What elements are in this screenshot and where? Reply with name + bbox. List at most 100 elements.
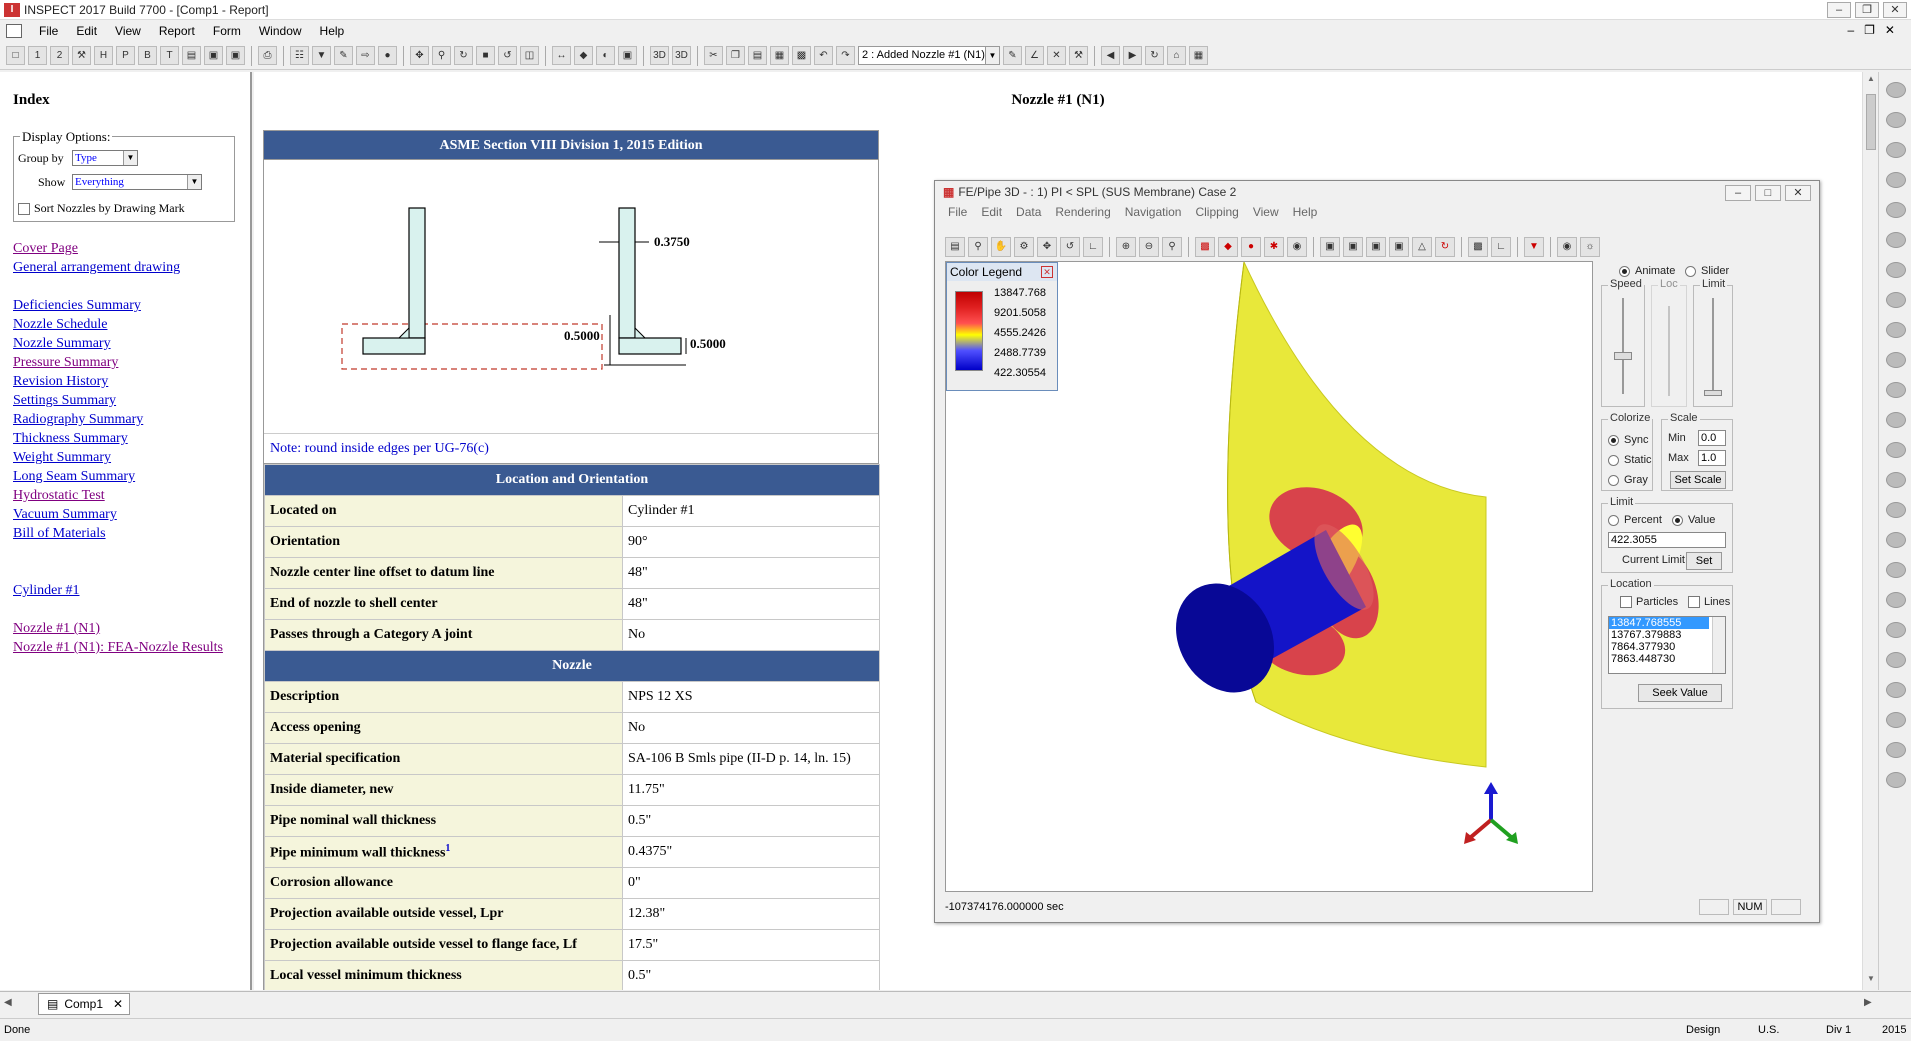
folder-icon[interactable]: □ xyxy=(6,46,25,65)
link-deficiencies-summary[interactable]: Deficiencies Summary xyxy=(13,298,141,314)
fit-icon[interactable]: ◫ xyxy=(520,46,539,65)
document-icon[interactable] xyxy=(6,24,22,38)
set-limit-button[interactable]: Set xyxy=(1686,552,1722,570)
animate-option[interactable]: Animate xyxy=(1619,265,1675,277)
saddle-component-icon[interactable] xyxy=(1886,232,1906,248)
open-folder-icon[interactable]: ▤ xyxy=(945,237,965,257)
flange-component-icon[interactable] xyxy=(1886,172,1906,188)
line-chart-icon[interactable]: ∟ xyxy=(1491,237,1511,257)
set-scale-button[interactable]: Set Scale xyxy=(1670,471,1726,489)
bar-chart-icon[interactable]: ▩ xyxy=(1468,237,1488,257)
cone-component-icon[interactable] xyxy=(1886,112,1906,128)
measure-icon[interactable]: ∠ xyxy=(1025,46,1044,65)
packing-component-icon[interactable] xyxy=(1886,412,1906,428)
link-settings-summary[interactable]: Settings Summary xyxy=(13,393,116,409)
animate-radio[interactable] xyxy=(1619,265,1630,277)
paste-icon[interactable]: ▤ xyxy=(748,46,767,65)
nozzle-component-icon[interactable] xyxy=(1886,202,1906,218)
pdf-icon[interactable]: ▼ xyxy=(312,46,331,65)
tube-component-icon[interactable] xyxy=(1886,682,1906,698)
legend-close-icon[interactable]: ✕ xyxy=(1041,266,1053,278)
fe-menu-help[interactable]: Help xyxy=(1286,205,1325,219)
settings-icon[interactable]: ⚙ xyxy=(1014,237,1034,257)
wire-icon[interactable]: ✱ xyxy=(1264,237,1284,257)
sort-nozzles-option[interactable]: Sort Nozzles by Drawing Mark xyxy=(18,201,185,216)
link-revision-history[interactable]: Revision History xyxy=(13,374,108,390)
insulation-component-icon[interactable] xyxy=(1886,562,1906,578)
green-circle-icon[interactable]: ● xyxy=(378,46,397,65)
pencil-icon[interactable]: ✎ xyxy=(1003,46,1022,65)
platform-component-icon[interactable] xyxy=(1886,352,1906,368)
static-radio[interactable] xyxy=(1608,454,1619,466)
fe-maximize-button[interactable]: □ xyxy=(1755,185,1781,201)
tab-scroll-left-icon[interactable]: ◀ xyxy=(4,997,12,1008)
link-bill-of-materials[interactable]: Bill of Materials xyxy=(13,526,106,542)
weight-component-icon[interactable] xyxy=(1886,472,1906,488)
menu-form[interactable]: Form xyxy=(204,24,250,38)
fe-close-button[interactable]: ✕ xyxy=(1785,185,1811,201)
report-scrollbar[interactable]: ▲ ▼ xyxy=(1862,72,1878,990)
lining-component-icon[interactable] xyxy=(1886,592,1906,608)
particles-checkbox[interactable] xyxy=(1620,596,1632,609)
shade-icon[interactable]: ◐ xyxy=(596,46,615,65)
percent-radio[interactable] xyxy=(1608,514,1619,526)
list-scrollbar[interactable] xyxy=(1712,617,1725,673)
min-input[interactable]: 0.0 xyxy=(1698,430,1726,446)
view-side-icon[interactable]: ▣ xyxy=(1343,237,1363,257)
delete-icon[interactable]: ▦ xyxy=(770,46,789,65)
limit-value-input[interactable]: 422.3055 xyxy=(1608,532,1726,548)
fe-menu-clipping[interactable]: Clipping xyxy=(1188,205,1245,219)
menu-file[interactable]: File xyxy=(30,24,67,38)
scrollbar-thumb[interactable] xyxy=(1866,94,1876,150)
link-cover-page[interactable]: Cover Page xyxy=(13,241,78,257)
zoom-fit-icon[interactable]: ⚲ xyxy=(1162,237,1182,257)
footnote-link[interactable]: 1 xyxy=(445,843,450,854)
wrench-icon[interactable]: ⚒ xyxy=(72,46,91,65)
menu-view[interactable]: View xyxy=(106,24,150,38)
rotate-icon[interactable]: ↻ xyxy=(454,46,473,65)
dimension-icon[interactable]: ↔ xyxy=(552,46,571,65)
redo-icon[interactable]: ↷ xyxy=(836,46,855,65)
gray-radio[interactable] xyxy=(1608,474,1619,486)
calculator-icon[interactable]: ▦ xyxy=(1189,46,1208,65)
link-hydrostatic-test[interactable]: Hydrostatic Test xyxy=(13,488,105,504)
menu-help[interactable]: Help xyxy=(311,24,354,38)
link-cylinder-1[interactable]: Cylinder #1 xyxy=(13,583,80,599)
minimize-button[interactable]: – xyxy=(1827,2,1851,18)
shaded-icon[interactable]: ◆ xyxy=(1218,237,1238,257)
cylinder-component-icon[interactable] xyxy=(1886,142,1906,158)
link-general-arrangement[interactable]: General arrangement drawing xyxy=(13,260,180,276)
fe-menu-view[interactable]: View xyxy=(1246,205,1286,219)
restore-button[interactable]: ❐ xyxy=(1855,2,1879,18)
zoom-in-icon[interactable]: ⊕ xyxy=(1116,237,1136,257)
form-b-icon[interactable]: B xyxy=(138,46,157,65)
edit-doc-icon[interactable]: ✎ xyxy=(334,46,353,65)
fe-menu-edit[interactable]: Edit xyxy=(974,205,1009,219)
menu-window[interactable]: Window xyxy=(250,24,311,38)
link-pressure-summary[interactable]: Pressure Summary xyxy=(13,355,118,371)
link-nozzle-schedule[interactable]: Nozzle Schedule xyxy=(13,317,107,333)
menu-edit[interactable]: Edit xyxy=(67,24,106,38)
hammer-icon[interactable]: ⚒ xyxy=(1069,46,1088,65)
cut-icon[interactable]: ✂ xyxy=(704,46,723,65)
particles-option[interactable]: Particles xyxy=(1620,596,1678,609)
ladder-component-icon[interactable] xyxy=(1886,382,1906,398)
open-icon[interactable]: ▤ xyxy=(182,46,201,65)
limit-slider-thumb[interactable] xyxy=(1704,390,1722,396)
view-3d-alt-icon[interactable]: 3D xyxy=(672,46,691,65)
list-item[interactable]: 13847.768555 xyxy=(1609,617,1709,629)
link-nozzle-summary[interactable]: Nozzle Summary xyxy=(13,336,111,352)
form-p-icon[interactable]: P xyxy=(116,46,135,65)
zoom-icon[interactable]: ⚲ xyxy=(968,237,988,257)
fe-menu-data[interactable]: Data xyxy=(1009,205,1048,219)
sync-option[interactable]: Sync xyxy=(1608,434,1648,446)
list-item[interactable]: 7863.448730 xyxy=(1609,653,1725,665)
body-flange-component-icon[interactable] xyxy=(1886,712,1906,728)
link-nozzle-1[interactable]: Nozzle #1 (N1) xyxy=(13,621,100,637)
pan-hand-icon[interactable]: ✋ xyxy=(991,237,1011,257)
refresh-icon[interactable]: ↻ xyxy=(1435,237,1455,257)
sync-radio[interactable] xyxy=(1608,434,1619,446)
scroll-down-icon[interactable]: ▼ xyxy=(1863,974,1879,988)
form1-icon[interactable]: 1 xyxy=(28,46,47,65)
slider-option[interactable]: Slider xyxy=(1685,265,1729,277)
